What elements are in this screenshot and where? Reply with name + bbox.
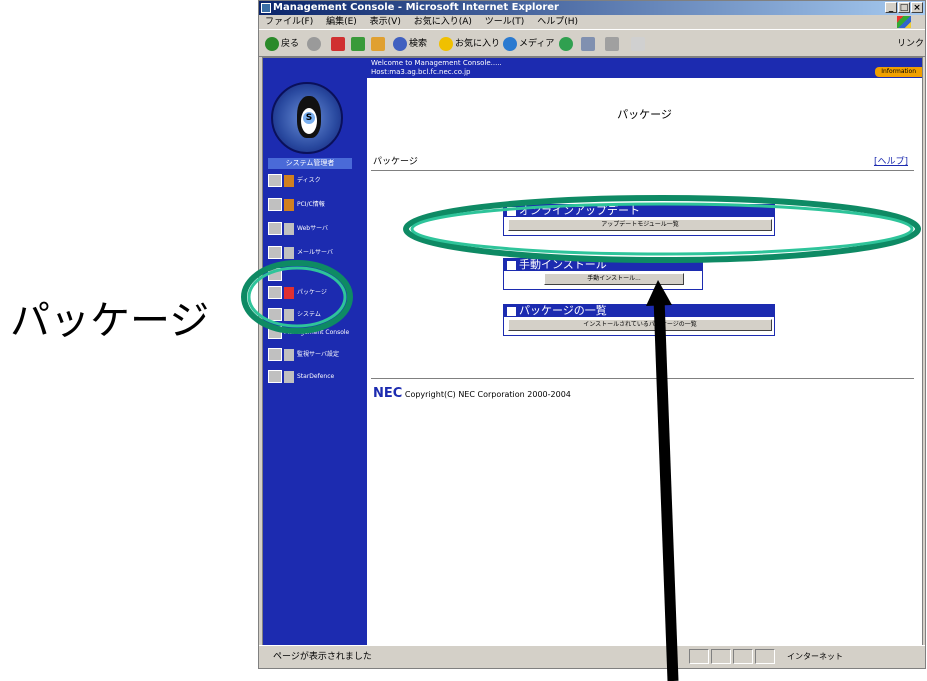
sidebar-heading: システム管理者: [268, 158, 352, 169]
menu-tools[interactable]: ツール(T): [485, 17, 525, 27]
print-icon: [605, 36, 619, 51]
history-button[interactable]: [559, 36, 575, 52]
sidebar: S システム管理者 ディスク PCI/C情報 Webサーバ メールサーバ パッケ…: [263, 58, 367, 645]
box-heading: 手動インストール: [503, 258, 703, 271]
divider: [371, 378, 914, 379]
sidebar-item-management-console[interactable]: Management Console: [268, 324, 363, 342]
home-button[interactable]: [371, 36, 387, 52]
annotation-label: パッケージ: [10, 298, 210, 344]
footer: NEC Copyright(C) NEC Corporation 2000-20…: [373, 386, 571, 401]
package-icon: [268, 286, 282, 299]
mail-icon: [581, 36, 595, 51]
sidebar-item-monitor[interactable]: 監視サーバ設定: [268, 346, 363, 364]
back-button[interactable]: 戻る: [265, 36, 299, 52]
box-heading: オンラインアップデート: [503, 204, 775, 217]
menu-help[interactable]: ヘルプ(H): [537, 17, 578, 27]
forward-button[interactable]: [307, 36, 323, 52]
system-icon: [268, 308, 282, 321]
console-icon: [268, 326, 282, 339]
window-controls: _ □ ×: [885, 2, 923, 13]
stop-icon: [331, 36, 345, 51]
menu-view[interactable]: 表示(V): [370, 17, 401, 27]
favorites-button[interactable]: お気に入り: [439, 36, 500, 52]
media-button[interactable]: メディア: [503, 36, 554, 52]
menu-edit[interactable]: 編集(E): [326, 17, 357, 27]
browser-window: Management Console - Microsoft Internet …: [258, 0, 926, 669]
package-list-box: パッケージの一覧 インストールされているパッケージの一覧: [503, 304, 775, 336]
links-button[interactable]: リンク: [897, 36, 924, 52]
information-link[interactable]: Information: [875, 67, 922, 77]
divider: [371, 170, 914, 171]
edit-icon: [631, 36, 645, 51]
sidebar-item-blank[interactable]: [268, 266, 363, 284]
search-icon: [393, 36, 407, 51]
sidebar-item-package[interactable]: パッケージ: [268, 284, 363, 302]
host-text: Host:ma3.ag.bcl.fc.nec.co.jp: [371, 68, 471, 76]
nec-logo: NEC: [373, 386, 403, 401]
page-content: S システム管理者 ディスク PCI/C情報 Webサーバ メールサーバ パッケ…: [262, 57, 923, 646]
manual-install-button[interactable]: 手動インストール...: [544, 273, 684, 285]
home-icon: [371, 36, 385, 51]
update-module-list-button[interactable]: アップデートモジュール一覧: [508, 219, 772, 231]
minimize-button[interactable]: _: [885, 2, 897, 13]
penguin-logo: S: [271, 82, 343, 154]
help-link[interactable]: [ヘルプ]: [874, 154, 908, 167]
webserver-icon: [268, 222, 282, 235]
monitor-icon: [268, 348, 282, 361]
search-button[interactable]: 検索: [393, 36, 427, 52]
menu-file[interactable]: ファイル(F): [265, 17, 313, 27]
window-title: Management Console - Microsoft Internet …: [273, 2, 559, 13]
page-title: パッケージ: [617, 108, 672, 121]
print-button[interactable]: [605, 36, 621, 52]
media-icon: [503, 36, 517, 51]
edit-button[interactable]: [631, 36, 647, 52]
manual-install-box: 手動インストール 手動インストール...: [503, 258, 703, 290]
title-bar: Management Console - Microsoft Internet …: [259, 1, 925, 15]
refresh-icon: [351, 36, 365, 51]
box-heading: パッケージの一覧: [503, 304, 775, 317]
star-icon: [439, 36, 453, 51]
stardefence-icon: [268, 370, 282, 383]
section-label: パッケージ: [373, 157, 418, 167]
menu-favorites[interactable]: お気に入り(A): [414, 17, 472, 27]
refresh-button[interactable]: [351, 36, 367, 52]
welcome-ribbon: Welcome to Management Console..... Host:…: [367, 58, 922, 78]
history-icon: [559, 36, 573, 51]
back-arrow-icon: [265, 36, 279, 51]
mail-button[interactable]: [581, 36, 597, 52]
sidebar-item-webserver[interactable]: Webサーバ: [268, 220, 363, 238]
sidebar-item-pci[interactable]: PCI/C情報: [268, 196, 363, 214]
ie-icon: [261, 3, 271, 13]
toolbar: 戻る 検索 お気に入り メディア リンク: [259, 29, 925, 57]
stop-button[interactable]: [331, 36, 347, 52]
maximize-button[interactable]: □: [898, 2, 910, 13]
menu-bar: ファイル(F) 編集(E) 表示(V) お気に入り(A) ツール(T) ヘルプ(…: [259, 15, 925, 29]
sidebar-item-mailserver[interactable]: メールサーバ: [268, 244, 363, 262]
sidebar-item-system[interactable]: システム: [268, 306, 363, 324]
disk-icon: [268, 174, 282, 187]
forward-arrow-icon: [307, 36, 321, 51]
windows-logo-icon: [897, 16, 911, 28]
status-text: ページが表示されました: [273, 652, 372, 662]
mailserver-icon: [268, 246, 282, 259]
sidebar-item-disk[interactable]: ディスク: [268, 172, 363, 190]
internet-zone: インターネット: [787, 652, 843, 661]
installed-packages-button[interactable]: インストールされているパッケージの一覧: [508, 319, 772, 331]
penguin-icon: S: [297, 96, 321, 138]
welcome-text: Welcome to Management Console.....: [371, 59, 502, 67]
sidebar-item-stardefence[interactable]: StarDefence: [268, 368, 363, 386]
server-icon: [268, 268, 282, 281]
close-button[interactable]: ×: [911, 2, 923, 13]
logo-letter: S: [303, 112, 315, 124]
online-update-box: オンラインアップデート アップデートモジュール一覧: [503, 204, 775, 236]
status-bar: ページが表示されました インターネット: [259, 645, 925, 668]
pci-icon: [268, 198, 282, 211]
copyright-text: Copyright(C) NEC Corporation 2000-2004: [404, 390, 571, 399]
